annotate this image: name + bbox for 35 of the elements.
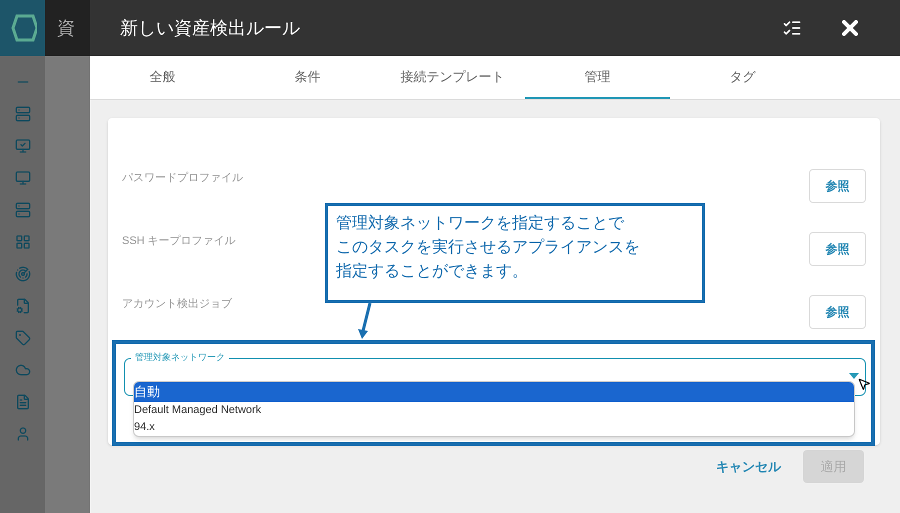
tab[interactable]: 管理 <box>525 56 670 99</box>
sidebar-icon[interactable] <box>14 234 30 250</box>
tab[interactable]: 条件 <box>235 56 380 99</box>
field-label: 管理対象ネットワーク <box>131 351 229 364</box>
browse-button[interactable]: 参照 <box>809 169 866 203</box>
dropdown-option[interactable]: 94.x <box>134 419 854 436</box>
app-title: 資 <box>57 17 75 40</box>
pointer-icon <box>857 377 871 391</box>
callout-line: このタスクを実行させるアプライアンスを <box>336 238 641 258</box>
callout-line: 指定することができます。 <box>336 262 529 282</box>
dialog-title: 新しい資産検出ルール <box>120 17 301 40</box>
sidebar-icon[interactable] <box>14 106 30 122</box>
caret-icon <box>849 373 859 379</box>
sidebar-icon[interactable] <box>14 298 30 314</box>
sidebar-icon[interactable] <box>14 426 30 442</box>
field-label: アカウント検出ジョブ <box>122 296 232 312</box>
field-label: SSH キープロファイル <box>122 234 236 249</box>
dropdown-option[interactable]: 自動 <box>134 382 854 402</box>
sidebar-icon[interactable] <box>14 202 30 218</box>
logo-icon <box>8 14 36 42</box>
dropdown-option[interactable]: Default Managed Network <box>134 402 854 419</box>
tab[interactable]: タグ <box>670 56 815 99</box>
field-label: パスワードプロファイル <box>122 170 243 186</box>
sidebar-icon[interactable] <box>14 394 30 410</box>
sidebar-icon[interactable] <box>14 266 30 282</box>
tab[interactable]: 全般 <box>90 56 235 99</box>
sidebar-icon[interactable] <box>14 138 30 154</box>
cancel-link[interactable]: キャンセル <box>716 456 781 476</box>
sidebar-icon[interactable] <box>14 362 30 378</box>
callout-line: 管理対象ネットワークを指定することで <box>336 214 626 234</box>
tab[interactable]: 接続テンプレート <box>380 56 525 99</box>
browse-button[interactable]: 参照 <box>809 295 866 329</box>
sidebar-icon[interactable] <box>14 170 30 186</box>
browse-button[interactable]: 参照 <box>809 232 866 266</box>
sidebar-icon[interactable] <box>14 330 30 346</box>
